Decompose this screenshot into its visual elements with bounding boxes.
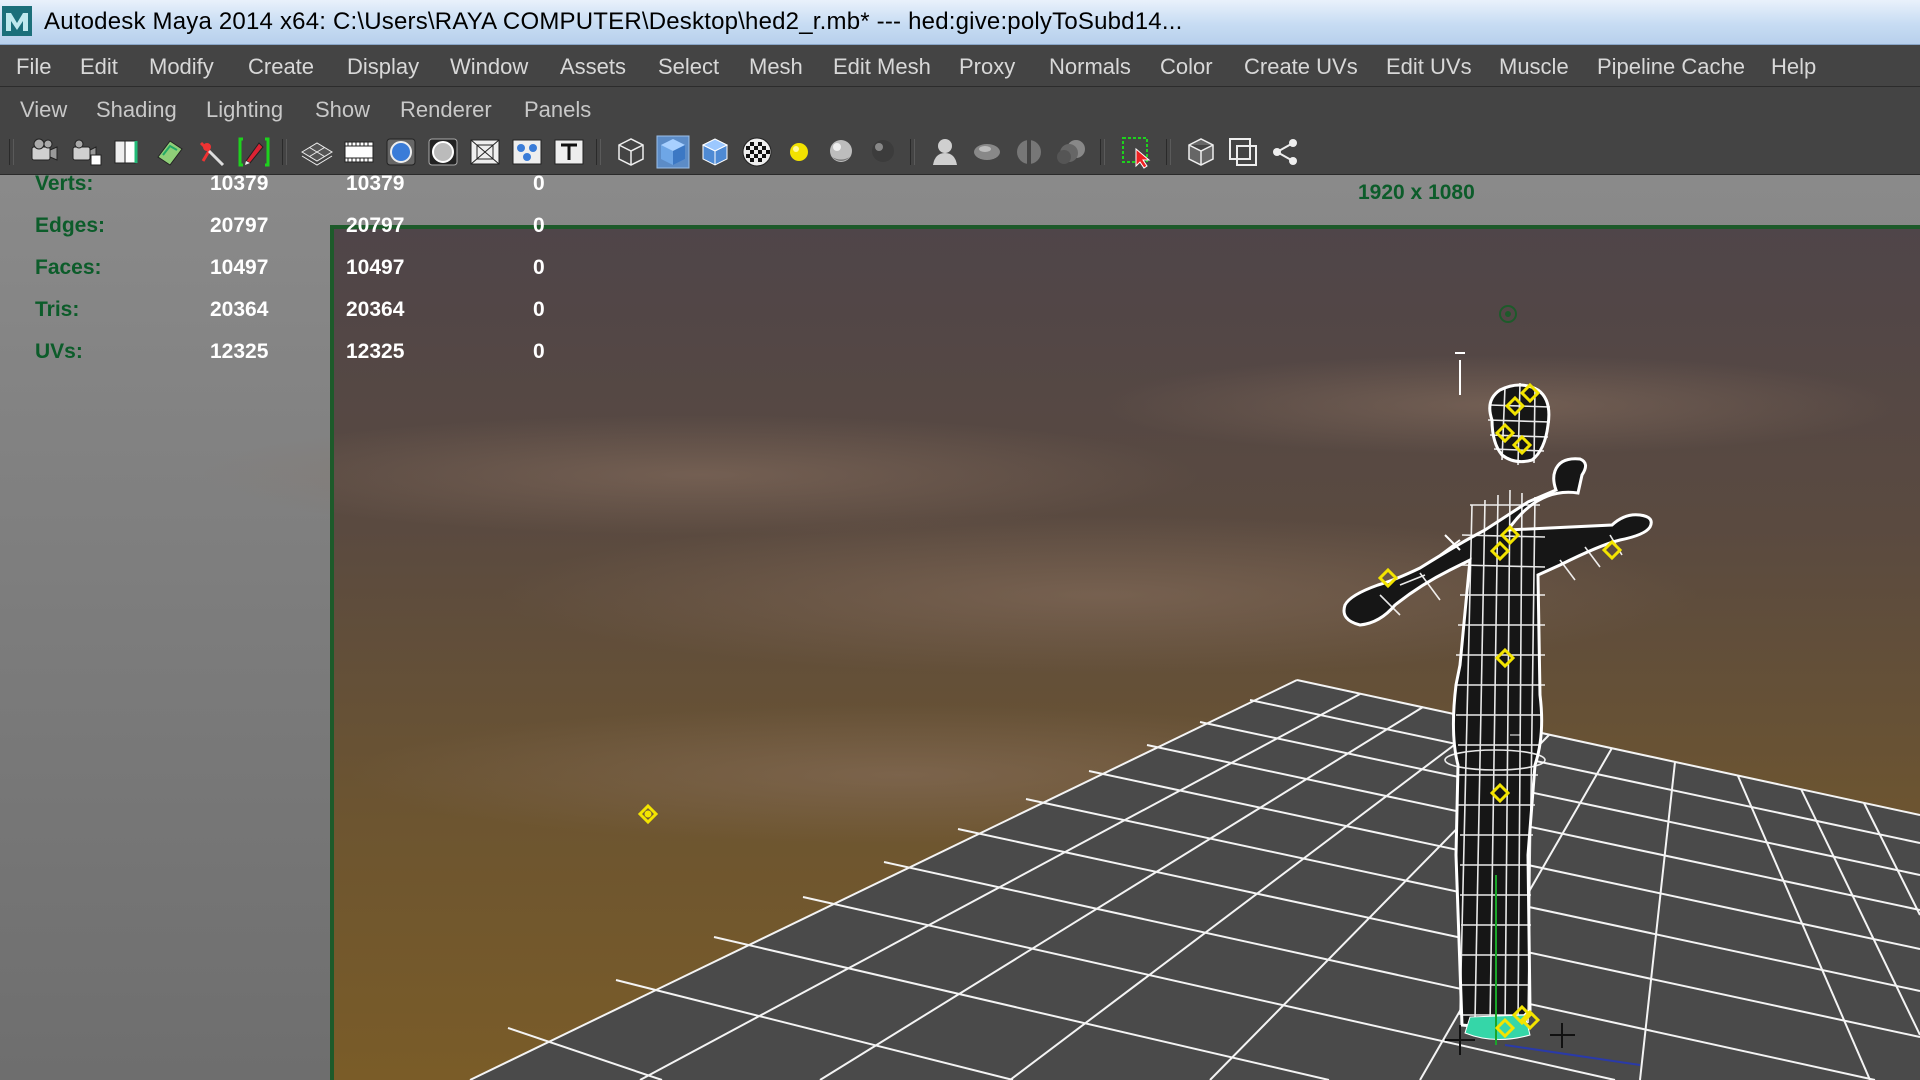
select-camera-icon[interactable]	[27, 135, 61, 169]
gate-mask-icon[interactable]	[426, 135, 460, 169]
xray-joints-icon[interactable]	[1012, 135, 1046, 169]
panel-menu-view[interactable]: View	[20, 97, 67, 123]
use-default-light-icon[interactable]	[782, 135, 816, 169]
smooth-shade-icon[interactable]	[656, 135, 690, 169]
hud-label: Faces:	[35, 256, 102, 279]
hud-label: UVs:	[35, 340, 83, 363]
toolbar-separator	[910, 139, 915, 165]
field-chart-icon[interactable]	[468, 135, 502, 169]
menu-display[interactable]: Display	[347, 54, 419, 80]
toolbar-separator	[596, 139, 601, 165]
panel-menu-bar: View Shading Lighting Show Renderer Pane…	[0, 87, 1920, 129]
hud-value: 0	[533, 175, 545, 195]
hud-label: Tris:	[35, 298, 80, 321]
resolution-gate-icon[interactable]	[384, 135, 418, 169]
hud-value: 10379	[210, 175, 269, 195]
menu-modify[interactable]: Modify	[149, 54, 214, 80]
toolbar-separator	[9, 139, 14, 165]
menu-assets[interactable]: Assets	[560, 54, 626, 80]
menu-proxy[interactable]: Proxy	[959, 54, 1015, 80]
panel-menu-shading[interactable]: Shading	[96, 97, 177, 123]
wireframe-icon[interactable]	[614, 135, 648, 169]
xray-icon[interactable]	[928, 135, 962, 169]
grid-icon[interactable]	[300, 135, 334, 169]
xray-active-icon[interactable]	[970, 135, 1004, 169]
menu-mesh[interactable]: Mesh	[749, 54, 803, 80]
film-gate-icon[interactable]	[342, 135, 376, 169]
window-title: Autodesk Maya 2014 x64: C:\Users\RAYA CO…	[44, 8, 1183, 35]
toolbar-separator	[1100, 139, 1105, 165]
image-plane-icon[interactable]	[153, 135, 187, 169]
grease-pencil-icon[interactable]	[195, 135, 229, 169]
hud-value: 0	[533, 340, 545, 363]
hypershade-icon[interactable]	[1268, 135, 1302, 169]
hud-value: 0	[533, 256, 545, 279]
menu-edit[interactable]: Edit	[80, 54, 118, 80]
hud-value: 20797	[346, 214, 405, 237]
isolate-view-icon[interactable]	[1184, 135, 1218, 169]
menu-color[interactable]: Color	[1160, 54, 1213, 80]
toolbar-separator	[1166, 139, 1171, 165]
title-bar: Autodesk Maya 2014 x64: C:\Users\RAYA CO…	[0, 0, 1920, 45]
menu-select[interactable]: Select	[658, 54, 719, 80]
hud-label: Verts:	[35, 175, 94, 195]
maya-logo-icon	[2, 6, 32, 36]
toolbar-separator	[282, 139, 287, 165]
menu-window[interactable]: Window	[450, 54, 528, 80]
menu-create-uvs[interactable]: Create UVs	[1244, 54, 1358, 80]
safe-title-icon[interactable]	[552, 135, 586, 169]
perspective-viewport[interactable]: Verts: 10379 10379 0 Edges: 20797 20797 …	[0, 175, 1920, 1080]
screen-space-ao-icon[interactable]	[866, 135, 900, 169]
panel-toolbar	[0, 130, 1920, 175]
hud-value: 20364	[210, 298, 269, 321]
resolution-gate-label: 1920 x 1080	[1358, 181, 1475, 204]
wireframe-on-shaded-icon[interactable]	[698, 135, 732, 169]
highlight-selection-icon[interactable]	[1120, 135, 1154, 169]
camera-attributes-icon[interactable]	[69, 135, 103, 169]
menu-edit-mesh[interactable]: Edit Mesh	[833, 54, 931, 80]
hud-label: Edges:	[35, 214, 106, 237]
hud-value: 0	[533, 214, 545, 237]
textured-icon[interactable]	[740, 135, 774, 169]
menu-create[interactable]: Create	[248, 54, 314, 80]
safe-action-icon[interactable]	[510, 135, 544, 169]
panel-menu-renderer[interactable]: Renderer	[400, 97, 492, 123]
menu-normals[interactable]: Normals	[1049, 54, 1131, 80]
hud-value: 20797	[210, 214, 269, 237]
main-menu-bar: File Edit Modify Create Display Window A…	[0, 45, 1920, 87]
hud-value: 10497	[346, 256, 405, 279]
hud-value: 12325	[346, 340, 405, 363]
panel-menu-show[interactable]: Show	[315, 97, 370, 123]
menu-pipeline-cache[interactable]: Pipeline Cache	[1597, 54, 1745, 80]
hud-value: 20364	[346, 298, 405, 321]
hud-value: 10497	[210, 256, 269, 279]
hud-value: 0	[533, 298, 545, 321]
motion-blur-icon[interactable]	[1054, 135, 1088, 169]
menu-help[interactable]: Help	[1771, 54, 1816, 80]
bookmarks-icon[interactable]	[111, 135, 145, 169]
menu-file[interactable]: File	[16, 54, 51, 80]
menu-muscle[interactable]: Muscle	[1499, 54, 1569, 80]
menu-edit-uvs[interactable]: Edit UVs	[1386, 54, 1472, 80]
hud-value: 12325	[210, 340, 269, 363]
isolate-select-icon[interactable]	[237, 135, 271, 169]
panel-menu-lighting[interactable]: Lighting	[206, 97, 283, 123]
hud-value: 10379	[346, 175, 405, 195]
frame-selection-icon[interactable]	[1226, 135, 1260, 169]
shadows-icon[interactable]	[824, 135, 858, 169]
panel-menu-panels[interactable]: Panels	[524, 97, 591, 123]
viewport-scene	[0, 175, 1920, 1080]
